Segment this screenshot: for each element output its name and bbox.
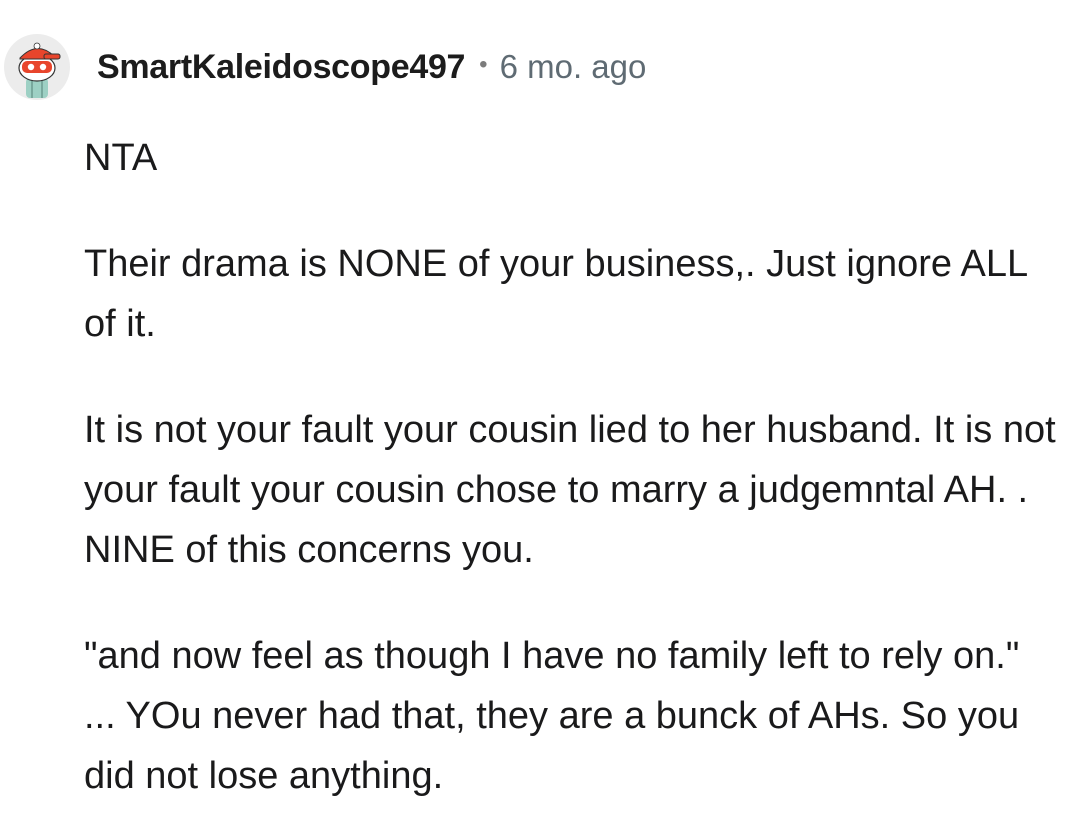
comment-paragraph: NTA bbox=[84, 137, 158, 179]
reddit-snoo-avatar-icon bbox=[18, 42, 61, 98]
username[interactable]: SmartKaleidoscope497 bbox=[97, 48, 465, 87]
comment-body: NTA Their drama is NONE of your business… bbox=[84, 128, 1060, 806]
comment-header: SmartKaleidoscope497 • 6 mo. ago bbox=[4, 30, 646, 104]
meta-separator: • bbox=[479, 51, 488, 78]
avatar[interactable] bbox=[4, 34, 70, 100]
comment-paragraph: "and now feel as though I have no family… bbox=[84, 635, 1020, 797]
comment-paragraph: Their drama is NONE of your business,. J… bbox=[84, 243, 1027, 345]
comment: SmartKaleidoscope497 • 6 mo. ago NTA The… bbox=[0, 0, 1080, 838]
timestamp[interactable]: 6 mo. ago bbox=[500, 48, 647, 86]
comment-paragraph: It is not your fault your cousin lied to… bbox=[84, 409, 1056, 571]
